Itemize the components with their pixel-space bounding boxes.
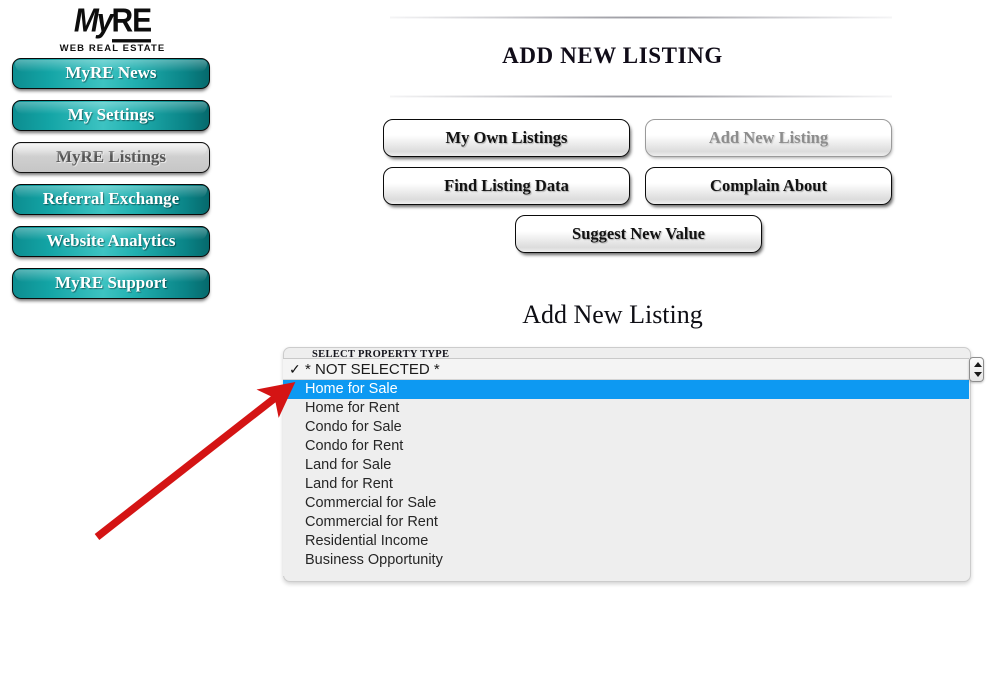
my-own-listings-button[interactable]: My Own Listings	[383, 119, 630, 157]
option-condo-for-sale[interactable]: Condo for Sale	[283, 418, 969, 437]
section-title: Add New Listing	[522, 300, 703, 329]
button-label: Add New Listing	[708, 128, 829, 147]
checkmark-icon: ✓	[289, 361, 301, 377]
sidebar-item-referral-exchange[interactable]: Referral Exchange	[12, 184, 210, 215]
property-type-option-list: Home for Sale Home for Rent Condo for Sa…	[283, 380, 969, 576]
toolbar-row-1: My Own Listings Add New Listing	[225, 119, 1000, 167]
sidebar-item-label: My Settings	[67, 105, 155, 124]
select-current-value[interactable]: ✓ * NOT SELECTED *	[283, 357, 984, 382]
brand-wordmark-re: RE	[111, 2, 152, 43]
sidebar-item-myre-news[interactable]: MyRE News	[12, 58, 210, 89]
sidebar-item-my-settings[interactable]: My Settings	[12, 100, 210, 131]
option-home-for-rent[interactable]: Home for Rent	[283, 399, 969, 418]
brand-logo: MyRE WEB REAL ESTATE	[0, 2, 225, 54]
sidebar: MyRE WEB REAL ESTATE MyRE News My Settin…	[0, 0, 225, 677]
main-content: ADD NEW LISTING My Own Listings Add New …	[225, 0, 1000, 677]
sidebar-nav: MyRE News My Settings MyRE Listings Refe…	[12, 58, 210, 310]
option-land-for-sale[interactable]: Land for Sale	[283, 456, 969, 475]
sidebar-item-label: MyRE News	[65, 63, 157, 82]
toolbar-row-2: Find Listing Data Complain About	[225, 167, 1000, 215]
divider-bottom	[390, 95, 892, 98]
button-label: Complain About	[710, 176, 827, 195]
sidebar-item-myre-listings[interactable]: MyRE Listings	[12, 142, 210, 173]
button-label: Find Listing Data	[444, 176, 569, 195]
suggest-new-value-button[interactable]: Suggest New Value	[515, 215, 762, 253]
brand-wordmark-my: My	[73, 2, 114, 40]
divider-top	[390, 16, 892, 19]
sidebar-item-website-analytics[interactable]: Website Analytics	[12, 226, 210, 257]
button-label: Suggest New Value	[572, 224, 705, 243]
option-condo-for-rent[interactable]: Condo for Rent	[283, 437, 969, 456]
sidebar-item-myre-support[interactable]: MyRE Support	[12, 268, 210, 299]
chevron-down-icon	[973, 372, 982, 377]
option-business-opportunity[interactable]: Business Opportunity	[283, 551, 969, 570]
sidebar-item-label: MyRE Support	[55, 273, 167, 292]
button-label: My Own Listings	[445, 128, 568, 147]
property-type-select[interactable]: ✓ * NOT SELECTED * Home for Sale Home for…	[283, 357, 993, 576]
toolbar: My Own Listings Add New Listing Find Lis…	[225, 119, 1000, 263]
add-new-listing-button[interactable]: Add New Listing	[645, 119, 892, 157]
find-listing-data-button[interactable]: Find Listing Data	[383, 167, 630, 205]
option-home-for-sale[interactable]: Home for Sale	[283, 380, 969, 399]
brand-wordmark: MyRE	[73, 2, 152, 43]
select-property-type-label: SELECT PROPERTY TYPE	[312, 349, 450, 360]
sidebar-item-label: Referral Exchange	[42, 189, 180, 208]
up-down-stepper-icon[interactable]	[969, 357, 984, 382]
sidebar-item-label: Website Analytics	[46, 231, 176, 250]
complain-about-button[interactable]: Complain About	[645, 167, 892, 205]
option-land-for-rent[interactable]: Land for Rent	[283, 475, 969, 494]
option-commercial-for-rent[interactable]: Commercial for Rent	[283, 513, 969, 532]
page-title: ADD NEW LISTING	[502, 43, 723, 68]
sidebar-item-label: MyRE Listings	[55, 147, 167, 166]
option-commercial-for-sale[interactable]: Commercial for Sale	[283, 494, 969, 513]
toolbar-row-3: Suggest New Value	[225, 215, 1000, 263]
option-residential-income[interactable]: Residential Income	[283, 532, 969, 551]
chevron-up-icon	[973, 362, 982, 367]
select-current-value-label: * NOT SELECTED *	[305, 361, 440, 378]
brand-tagline: WEB REAL ESTATE	[59, 43, 166, 54]
